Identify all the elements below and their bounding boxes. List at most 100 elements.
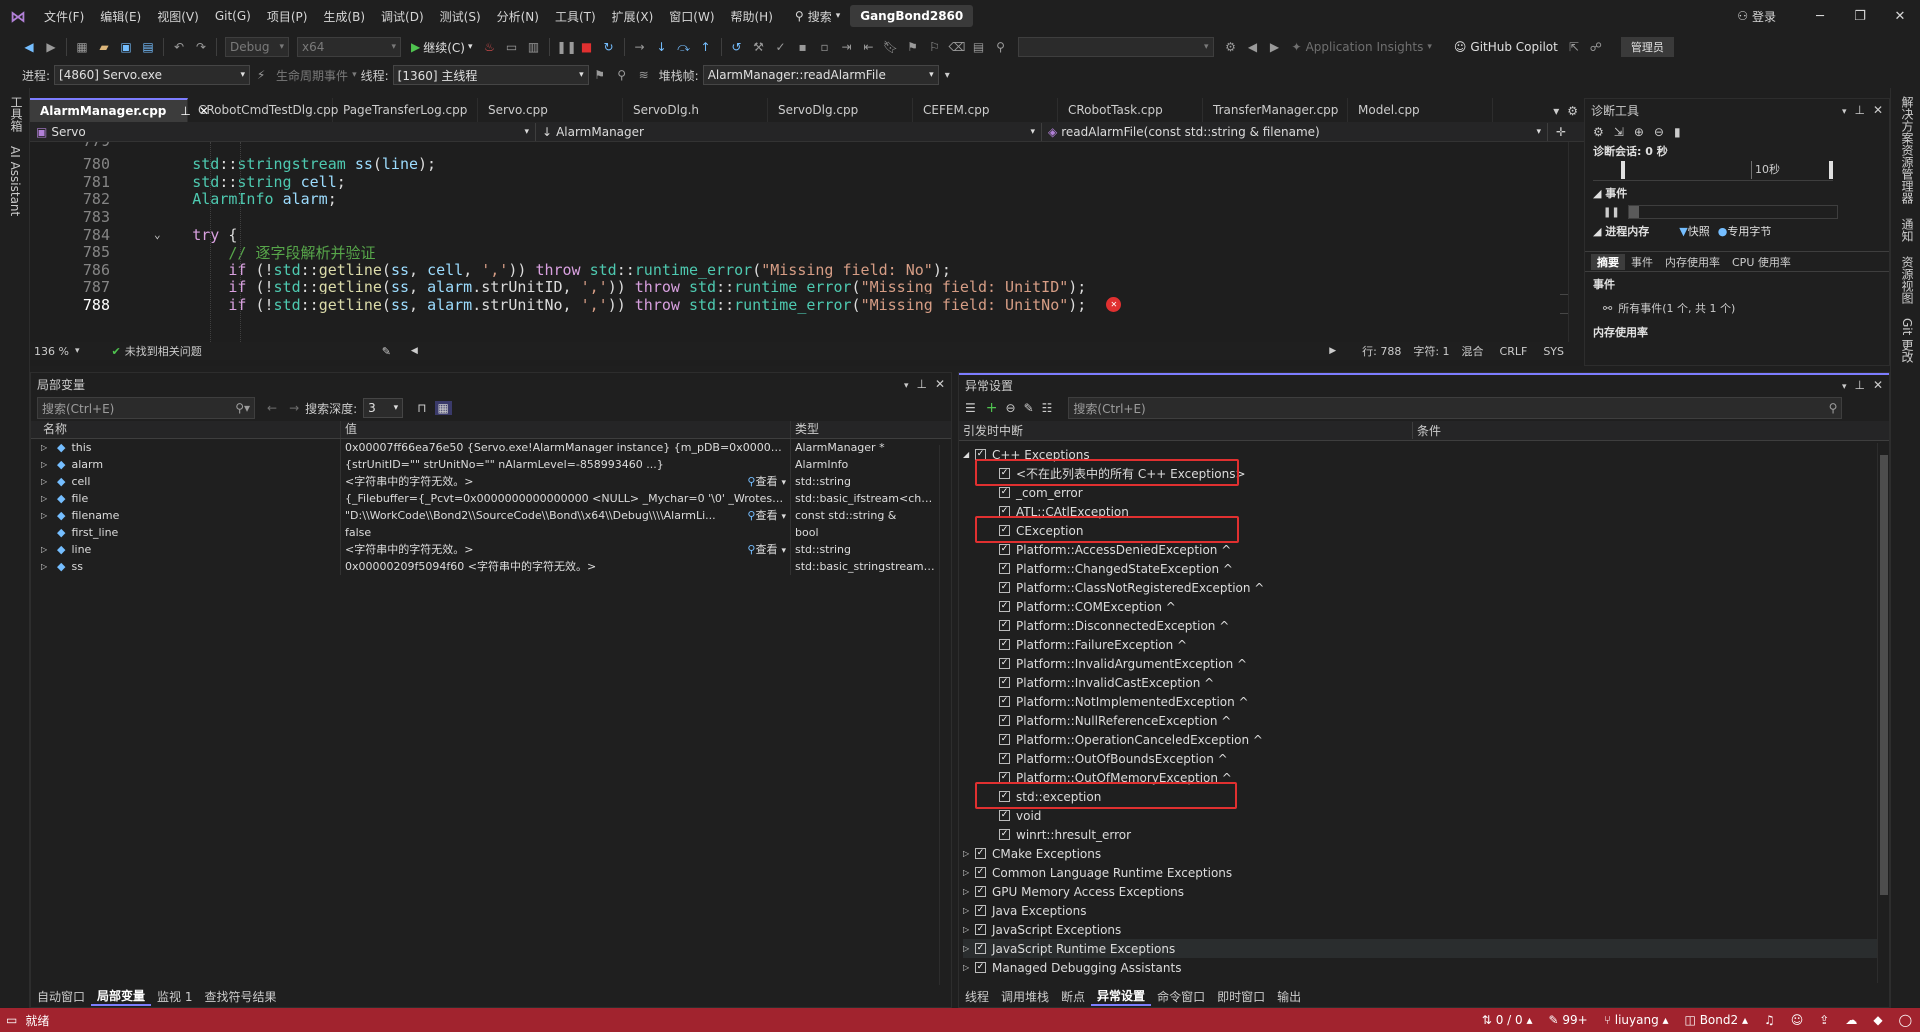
col-value-header[interactable]: 值	[341, 421, 791, 438]
whitespace-mode[interactable]: 混合	[1462, 343, 1484, 359]
expand-icon[interactable]: ▷	[963, 887, 975, 896]
expand-icon[interactable]: ▷	[41, 558, 53, 575]
repo-indicator[interactable]: ◫ Bond2 ▴	[1685, 1013, 1748, 1027]
nav-project-dropdown[interactable]: ▣ Servo ▾	[30, 122, 536, 141]
settings-icon[interactable]: ⚙	[1567, 104, 1578, 118]
editor-scrollbar[interactable]	[1568, 142, 1584, 342]
edit-icon[interactable]: ✎	[1024, 401, 1034, 415]
export-icon[interactable]: ⇲	[1614, 125, 1624, 139]
exception-checkbox[interactable]: ✓	[975, 905, 986, 916]
find-combo[interactable]: ▾	[1017, 37, 1214, 57]
debug-target-icon[interactable]: ⚙	[1223, 39, 1239, 55]
pin-icon[interactable]: ⊥	[1854, 378, 1864, 392]
zoom-out-icon[interactable]: ⊖	[1654, 125, 1664, 139]
nav-class-dropdown[interactable]: ↓ AlarmManager ▾	[536, 122, 1042, 141]
exception-checkbox[interactable]: ✓	[999, 620, 1010, 631]
configuration-dropdown[interactable]: Debug ▾	[225, 37, 289, 57]
code-line[interactable]: 788 if (!std::getline(ss, alarm.strUnitN…	[30, 294, 1560, 316]
encoding[interactable]: SYS	[1543, 345, 1564, 358]
view-button[interactable]: ⚲查看 ▾	[747, 507, 786, 524]
locals-bottom-tab[interactable]: 局部变量	[91, 987, 152, 1006]
expand-icon[interactable]: ▷	[41, 439, 53, 456]
exception-group-row[interactable]: ▷ ✓ Java Exceptions	[963, 901, 1889, 920]
col-break-header[interactable]: 引发时中断	[959, 422, 1413, 439]
remove-icon[interactable]: ⊖	[1006, 401, 1016, 415]
exception-group-row[interactable]: ▷ ✓ JavaScript Runtime Exceptions	[963, 939, 1889, 958]
expand-icon[interactable]: ◢	[963, 450, 975, 459]
locals-value-cell[interactable]: {_Filebuffer={_Pcvt=0x0000000000000000 <…	[341, 490, 791, 507]
expand-icon[interactable]: ▷	[963, 849, 975, 858]
exceptions-scrollbar[interactable]	[1877, 443, 1889, 983]
conditions-icon[interactable]: ☷	[1042, 401, 1053, 415]
view-button[interactable]: ⚲查看 ▾	[747, 541, 786, 558]
locals-value-cell[interactable]: "D:\\WorkCode\\Bond2\\SourceCode\\Bond\\…	[341, 507, 791, 524]
edits-indicator[interactable]: ✎ 99+	[1548, 1013, 1587, 1027]
exception-item-row[interactable]: ✓ Platform::NullReferenceException ^	[963, 711, 1889, 730]
document-tab[interactable]: Model.cpp	[1348, 98, 1493, 122]
expand-icon[interactable]: ▷	[963, 925, 975, 934]
layout-icon[interactable]: ▥	[526, 39, 542, 55]
undo-icon[interactable]: ↶	[171, 39, 187, 55]
hot-reload-icon[interactable]: ♨	[482, 39, 498, 55]
view-button[interactable]: ⚲查看 ▾	[747, 473, 786, 490]
scroll-left-icon[interactable]: ◀	[411, 346, 418, 356]
next-icon[interactable]: ▶	[1267, 39, 1283, 55]
minimize-button[interactable]: ─	[1800, 9, 1840, 24]
platform-dropdown[interactable]: x64 ▾	[297, 37, 401, 57]
document-tab[interactable]: AlarmManager.cpp ⊥ ✕	[30, 98, 209, 122]
locals-bottom-tab[interactable]: 查找符号结果	[198, 988, 282, 1005]
menu-item[interactable]: 帮助(H)	[723, 8, 781, 25]
immediate-window-icon[interactable]: ▤	[971, 39, 987, 55]
diag-tab[interactable]: 内存使用率	[1659, 254, 1726, 270]
step-into-icon[interactable]: ↓	[654, 39, 670, 55]
redo-icon[interactable]: ↷	[193, 39, 209, 55]
exception-group-row[interactable]: ▷ ✓ JavaScript Exceptions	[963, 920, 1889, 939]
restart-icon[interactable]: ↻	[601, 39, 617, 55]
exception-item-row[interactable]: ✓ Platform::InvalidArgumentException ^	[963, 654, 1889, 673]
col-type-header[interactable]: 类型	[791, 421, 939, 438]
flag-icon[interactable]: ⚑	[592, 67, 608, 83]
uncomment-icon[interactable]: ▫	[817, 39, 833, 55]
menu-item[interactable]: 调试(D)	[373, 8, 432, 25]
debug-bottom-tab[interactable]: 断点	[1055, 988, 1091, 1005]
document-tab[interactable]: TransferManager.cpp	[1203, 98, 1348, 122]
tools-icon[interactable]: ⚒	[751, 39, 767, 55]
exception-checkbox[interactable]: ✓	[999, 829, 1010, 840]
step-back-icon[interactable]: ↺	[729, 39, 745, 55]
document-tab[interactable]: ServoDlg.cpp	[768, 98, 913, 122]
exception-checkbox[interactable]: ✓	[975, 886, 986, 897]
continue-button[interactable]: ▶ 继续(C) ▾	[411, 39, 473, 56]
locals-row[interactable]: ▷ ◆ this 0x00007ff66ea76e50 {Servo.exe!Alar…	[31, 439, 951, 456]
pin-source-icon[interactable]: ⊓	[417, 401, 426, 415]
collapse-icon[interactable]: ⌄	[154, 228, 161, 241]
search-box[interactable]: ⚲ 搜索 ▾	[795, 8, 840, 25]
debug-bottom-tab[interactable]: 线程	[959, 988, 995, 1005]
lifecycle-icon[interactable]: ⚡	[253, 67, 269, 83]
exception-checkbox[interactable]: ✓	[999, 563, 1010, 574]
locals-row[interactable]: ◆ first_line false bool	[31, 524, 951, 541]
locals-bottom-tab[interactable]: 监视 1	[151, 988, 198, 1005]
ai-assistant-tab[interactable]: AI Assistant	[8, 146, 22, 216]
debug-bottom-tab[interactable]: 异常设置	[1091, 987, 1152, 1006]
locals-row[interactable]: ▷ ◆ filename "D:\\WorkCode\\Bond2\\SourceCo…	[31, 507, 951, 524]
document-tab[interactable]: PageTransferLog.cpp	[333, 98, 478, 122]
locals-value-cell[interactable]: <字符串中的字符无效。> ⚲查看 ▾	[341, 541, 791, 558]
notifications-tab[interactable]: 通知	[1899, 218, 1916, 242]
exception-checkbox[interactable]: ✓	[999, 601, 1010, 612]
cloud-icon[interactable]: ☁	[1845, 1013, 1857, 1027]
find-icon[interactable]: ⚲	[993, 39, 1009, 55]
diag-tab[interactable]: 摘要	[1591, 253, 1625, 270]
debug-bottom-tab[interactable]: 输出	[1271, 988, 1307, 1005]
hex-display-icon[interactable]: ▦	[434, 401, 452, 415]
stackframe-dropdown[interactable]: AlarmManager::readAlarmFile ▾	[702, 65, 939, 85]
copilot-button[interactable]: ☺ GitHub Copilot	[1454, 40, 1558, 54]
issues-label[interactable]: 未找到相关问题	[125, 343, 202, 359]
nav-member-dropdown[interactable]: ◈ readAlarmFile(const std::string & filen…	[1042, 122, 1548, 141]
expand-icon[interactable]: ▷	[963, 868, 975, 877]
save-all-icon[interactable]: ▤	[140, 39, 156, 55]
locals-row[interactable]: ▷ ◆ file {_Filebuffer={_Pcvt=0x000000000000…	[31, 490, 951, 507]
user-indicator[interactable]: ⑂ liuyang ▴	[1604, 1013, 1669, 1027]
copilot-status-icon[interactable]: ☺	[1791, 1013, 1804, 1027]
menu-item[interactable]: 扩展(X)	[604, 8, 662, 25]
search-depth-dropdown[interactable]: 3 ▾	[363, 398, 404, 418]
